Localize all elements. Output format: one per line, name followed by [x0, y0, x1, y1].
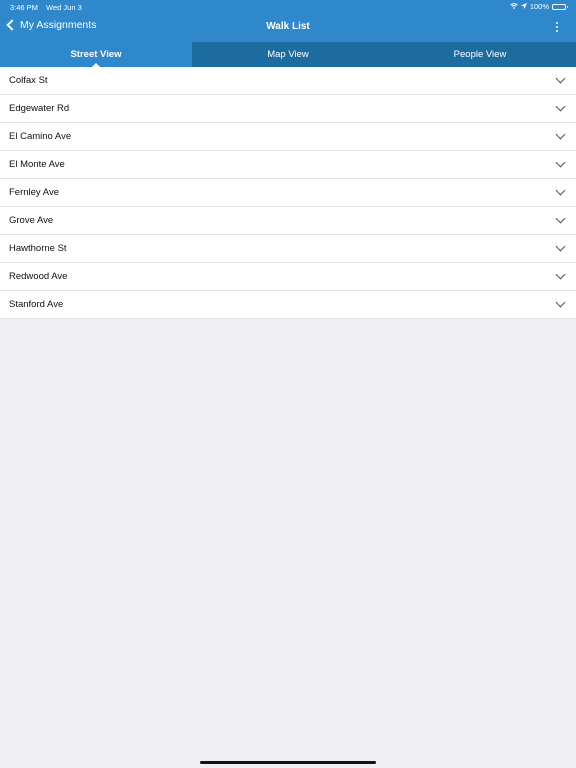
chevron-down-icon[interactable] [555, 101, 566, 112]
status-bar: 3:46 PM Wed Jun 3 100% [0, 0, 576, 13]
street-row[interactable]: Fernley Ave [0, 179, 576, 207]
home-indicator [200, 761, 376, 764]
nav-bar: My Assignments Walk List [0, 13, 576, 42]
chevron-down-icon[interactable] [555, 213, 566, 224]
street-row[interactable]: Edgewater Rd [0, 95, 576, 123]
chevron-down-icon[interactable] [555, 269, 566, 280]
tab-people-view[interactable]: People View [384, 42, 576, 67]
chevron-down-icon[interactable] [555, 297, 566, 308]
battery-icon [552, 3, 568, 10]
chevron-down-icon[interactable] [555, 129, 566, 140]
chevron-down-icon[interactable] [555, 157, 566, 168]
more-options-button[interactable] [552, 19, 562, 35]
street-row[interactable]: Stanford Ave [0, 291, 576, 319]
battery-percent: 100% [529, 2, 549, 11]
street-name: Stanford Ave [9, 299, 64, 310]
app: 3:46 PM Wed Jun 3 100% My Assignments Wa… [0, 0, 576, 768]
street-name: Fernley Ave [9, 187, 59, 198]
street-row[interactable]: El Camino Ave [0, 123, 576, 151]
status-time: 3:46 PM [10, 3, 38, 12]
chevron-down-icon[interactable] [555, 185, 566, 196]
street-row[interactable]: Hawthorne St [0, 235, 576, 263]
street-name: Hawthorne St [9, 243, 67, 254]
wifi-icon [510, 2, 518, 11]
status-date: Wed Jun 3 [46, 3, 82, 12]
street-row[interactable]: Grove Ave [0, 207, 576, 235]
more-vertical-icon [555, 21, 559, 24]
street-row[interactable]: Redwood Ave [0, 263, 576, 291]
header: 3:46 PM Wed Jun 3 100% My Assignments Wa… [0, 0, 576, 42]
chevron-down-icon[interactable] [555, 73, 566, 84]
tab-street-view[interactable]: Street View [0, 42, 192, 67]
street-name: El Camino Ave [9, 131, 72, 142]
view-tabs: Street View Map View People View [0, 42, 576, 67]
location-arrow-icon [520, 2, 527, 11]
status-left: 3:46 PM Wed Jun 3 [10, 3, 82, 12]
street-row[interactable]: Colfax St [0, 67, 576, 95]
street-row[interactable]: El Monte Ave [0, 151, 576, 179]
chevron-down-icon[interactable] [555, 241, 566, 252]
page-title: Walk List [266, 21, 310, 32]
status-right: 100% [510, 2, 568, 11]
street-list: Colfax St Edgewater Rd El Camino Ave El Mon… [0, 67, 576, 319]
tab-map-view[interactable]: Map View [192, 42, 384, 67]
street-name: Grove Ave [9, 215, 54, 226]
street-name: Colfax St [9, 75, 48, 86]
street-name: Edgewater Rd [9, 103, 70, 114]
street-name: El Monte Ave [9, 159, 65, 170]
street-name: Redwood Ave [9, 271, 68, 282]
